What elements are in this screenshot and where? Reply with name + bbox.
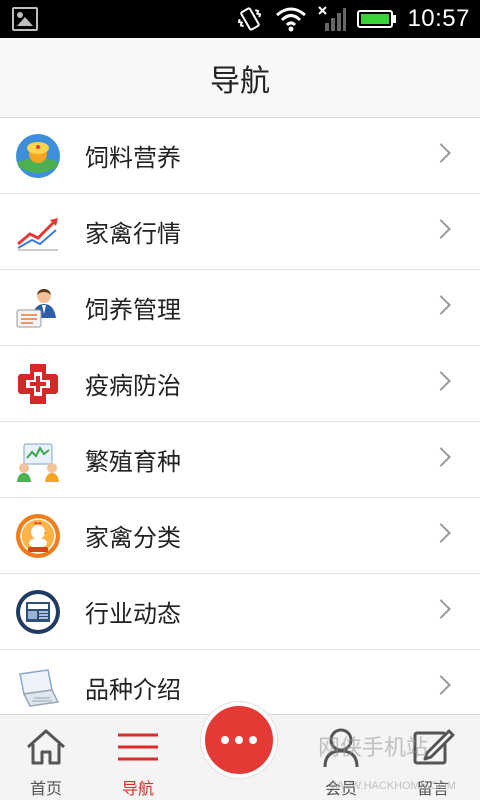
title-bar: 导航 (0, 38, 480, 118)
status-bar: 10:57 (0, 0, 480, 38)
nav-home[interactable]: 首页 (6, 715, 86, 800)
more-button[interactable] (201, 702, 277, 778)
chevron-right-icon (431, 295, 451, 315)
chevron-right-icon (431, 447, 451, 467)
nav-member-label: 会员 (324, 779, 357, 798)
list-item-market-trend[interactable]: 家禽行情 (0, 194, 480, 270)
battery-icon (357, 10, 397, 28)
chevron-right-icon (431, 143, 451, 163)
home-icon (27, 729, 65, 765)
user-icon (323, 728, 359, 768)
chevron-right-icon (431, 675, 451, 695)
reproduction-breeding-icon (17, 443, 59, 482)
list-item-poultry-category[interactable]: 家禽分类 (0, 498, 480, 574)
nav-message[interactable]: 留言 (393, 715, 473, 800)
nav-navigation-label: 导航 (121, 779, 154, 798)
nav-home-label: 首页 (29, 779, 62, 798)
chevron-right-icon (431, 599, 451, 619)
list-item-breeding-management[interactable]: 饲养管理 (0, 270, 480, 346)
list-item-label: 饲料营养 (85, 144, 181, 172)
status-icons: 10:57 (235, 0, 470, 38)
poultry-category-icon (16, 514, 60, 558)
signal-icon (318, 6, 347, 31)
industry-news-icon (16, 590, 60, 634)
chevron-right-icon (431, 219, 451, 239)
nav-list: 饲料营养 家禽行情 饲养管理 疫病防治 繁殖育种 家禽分类 行业动态 品种介绍 (0, 118, 480, 714)
vibrate-icon (238, 7, 262, 31)
list-item-label: 品种介绍 (85, 676, 181, 704)
feed-nutrition-icon (16, 134, 60, 178)
edit-icon (413, 729, 455, 765)
breeding-management-icon (16, 289, 56, 328)
nav-member[interactable]: 会员 (301, 715, 381, 800)
more-dot-icon (235, 736, 243, 744)
list-item-label: 疫病防治 (85, 372, 181, 400)
list-item-label: 家禽行情 (85, 220, 181, 248)
breed-intro-icon (19, 669, 60, 707)
nav-navigation[interactable]: 导航 (98, 715, 178, 800)
list-item-label: 繁殖育种 (85, 448, 181, 476)
menu-icon (118, 733, 158, 761)
list-item-reproduction-breeding[interactable]: 繁殖育种 (0, 422, 480, 498)
more-dot-icon (249, 736, 257, 744)
image-notification-icon (12, 7, 38, 31)
more-dot-icon (221, 736, 229, 744)
clock-time: 10:57 (407, 5, 470, 32)
list-item-disease-prevention[interactable]: 疫病防治 (0, 346, 480, 422)
nav-message-label: 留言 (416, 779, 449, 798)
chevron-right-icon (431, 371, 451, 391)
list-item-feed-nutrition[interactable]: 饲料营养 (0, 118, 480, 194)
disease-prevention-icon (18, 364, 58, 404)
wifi-icon (276, 7, 307, 32)
market-trend-icon (17, 218, 58, 251)
chevron-right-icon (431, 523, 451, 543)
list-item-label: 家禽分类 (85, 524, 181, 552)
list-item-label: 行业动态 (85, 600, 181, 628)
list-item-label: 饲养管理 (85, 296, 181, 324)
page-title: 导航 (210, 63, 270, 99)
list-item-industry-news[interactable]: 行业动态 (0, 574, 480, 650)
